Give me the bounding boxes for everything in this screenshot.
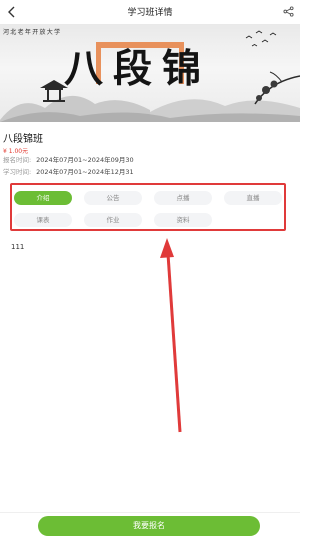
course-name: 八段锦班 (3, 134, 43, 145)
page-title: 学习班详情 (127, 8, 173, 18)
signup-date-value: 2024年07月01~2024年09月30 (36, 156, 134, 164)
tab-announcement[interactable]: 公告 (84, 191, 142, 205)
study-date-row: 学习时间: 2024年07月01~2024年12月31 (3, 166, 134, 176)
banner-school-name: 河北老年开放大学 (3, 29, 62, 36)
course-banner: 河北老年开放大学 八段锦 (0, 24, 300, 122)
tab-homework[interactable]: 作业 (84, 213, 142, 227)
top-bar: 学习班详情 (0, 0, 300, 24)
study-date-value: 2024年07月01~2024年12月31 (36, 168, 134, 176)
share-icon[interactable] (283, 6, 294, 17)
signup-date-row: 报名时间: 2024年07月01~2024年09月30 (3, 154, 134, 164)
banner-title: 八段锦 (64, 46, 212, 92)
signup-button[interactable]: 我要报名 (38, 516, 260, 536)
tab-intro[interactable]: 介绍 (14, 191, 72, 205)
tab-materials[interactable]: 资料 (154, 213, 212, 227)
signup-date-label: 报名时间: (3, 156, 32, 164)
tab-on-demand[interactable]: 点播 (154, 191, 212, 205)
intro-content: 111 (11, 243, 25, 251)
tab-live[interactable]: 直播 (224, 191, 282, 205)
tab-bar-highlight: 介绍 公告 点播 直播 课表 作业 资料 (10, 183, 286, 231)
study-date-label: 学习时间: (3, 168, 32, 176)
tab-schedule[interactable]: 课表 (14, 213, 72, 227)
